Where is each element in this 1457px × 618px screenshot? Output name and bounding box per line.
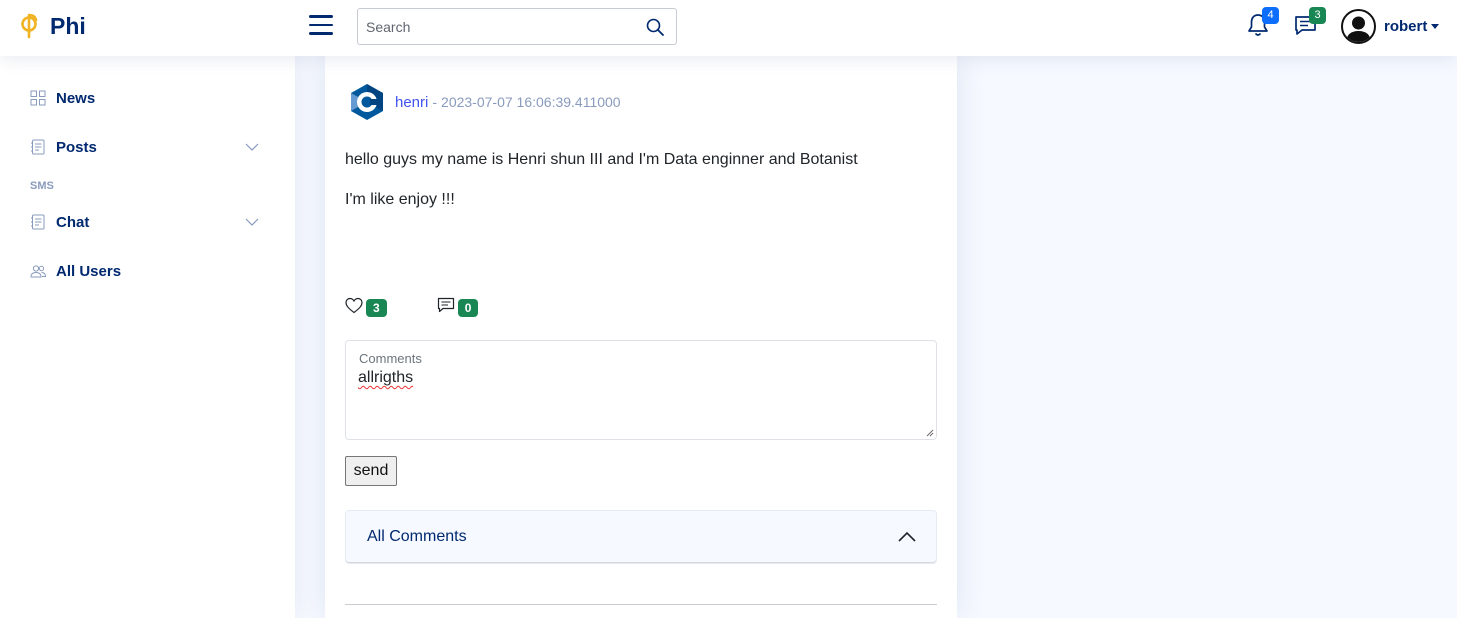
messages-button[interactable]: 3 xyxy=(1293,7,1326,38)
resize-grip-icon[interactable] xyxy=(926,429,934,437)
journal-icon xyxy=(31,139,45,155)
cpp-logo-icon xyxy=(351,84,383,120)
chevron-up-icon xyxy=(898,531,916,542)
sidebar-section-heading: SMS xyxy=(30,180,54,192)
caret-down-icon xyxy=(1431,24,1440,29)
hamburger-icon-line xyxy=(309,32,333,35)
post-header: henri - 2023-07-07 16:06:39.411000 xyxy=(347,82,621,122)
post-author-link[interactable]: henri xyxy=(395,94,428,111)
comment-field-value: allrigths xyxy=(358,369,414,386)
sidebar-item-all-users[interactable]: All Users xyxy=(20,251,275,291)
profile-dropdown[interactable]: robert xyxy=(1341,9,1440,44)
grid-icon xyxy=(30,90,46,106)
likes-count-badge: 3 xyxy=(366,299,387,317)
user-silhouette-icon xyxy=(1346,16,1371,42)
search-bar xyxy=(357,8,677,45)
sidebar-item-label: All Users xyxy=(56,262,122,280)
journal-icon xyxy=(31,214,45,230)
all-comments-accordion[interactable]: All Comments xyxy=(345,510,937,564)
post-card: henri - 2023-07-07 16:06:39.411000 hello… xyxy=(325,56,957,618)
chevron-down-icon xyxy=(245,218,259,226)
sidebar-toggle-button[interactable] xyxy=(309,15,333,37)
post-body-line: I'm like enjoy !!! xyxy=(345,191,455,208)
post-date: 2023-07-07 16:06:39.411000 xyxy=(441,94,621,110)
post-body-line: hello guys my name is Henri shun III and… xyxy=(345,151,858,168)
comments-count-badge: 0 xyxy=(457,299,479,317)
heart-icon xyxy=(345,297,363,314)
accordion-title: All Comments xyxy=(367,528,467,545)
comment-field-label: Comments xyxy=(359,351,422,366)
post-reactions: 3 0 xyxy=(345,294,479,317)
sidebar-item-label: Posts xyxy=(56,138,97,156)
sidebar-item-label: Chat xyxy=(56,213,90,231)
post-separator: - xyxy=(432,94,438,110)
comment-textarea[interactable]: Comments allrigths xyxy=(345,340,937,440)
comments-toggle-button[interactable]: 0 xyxy=(437,294,479,317)
hamburger-icon xyxy=(309,15,333,18)
sidebar-item-news[interactable]: News xyxy=(20,78,275,118)
notifications-button[interactable]: 4 xyxy=(1246,7,1279,38)
chat-left-text-icon xyxy=(437,297,454,313)
search-input[interactable] xyxy=(358,9,628,44)
search-icon[interactable] xyxy=(645,17,665,37)
chevron-down-icon xyxy=(245,143,259,151)
sidebar: News Posts SMS Chat All Users xyxy=(0,56,295,618)
divider xyxy=(345,604,937,605)
username-label: robert xyxy=(1384,18,1428,35)
messages-badge: 3 xyxy=(1309,7,1326,24)
people-icon xyxy=(30,265,46,278)
notifications-badge: 4 xyxy=(1262,7,1279,24)
sidebar-item-label: News xyxy=(56,89,96,107)
avatar xyxy=(1341,9,1376,44)
top-header: Phi 4 3 robe xyxy=(0,0,1457,56)
phi-logo-icon xyxy=(21,13,38,39)
hamburger-icon-line xyxy=(309,23,333,26)
like-button[interactable]: 3 xyxy=(345,294,387,317)
brand-logo[interactable]: Phi xyxy=(19,12,86,40)
sidebar-item-posts[interactable]: Posts xyxy=(20,127,275,167)
brand-name: Phi xyxy=(50,12,86,39)
send-button[interactable]: send xyxy=(345,456,397,486)
sidebar-item-chat[interactable]: Chat xyxy=(20,202,275,242)
